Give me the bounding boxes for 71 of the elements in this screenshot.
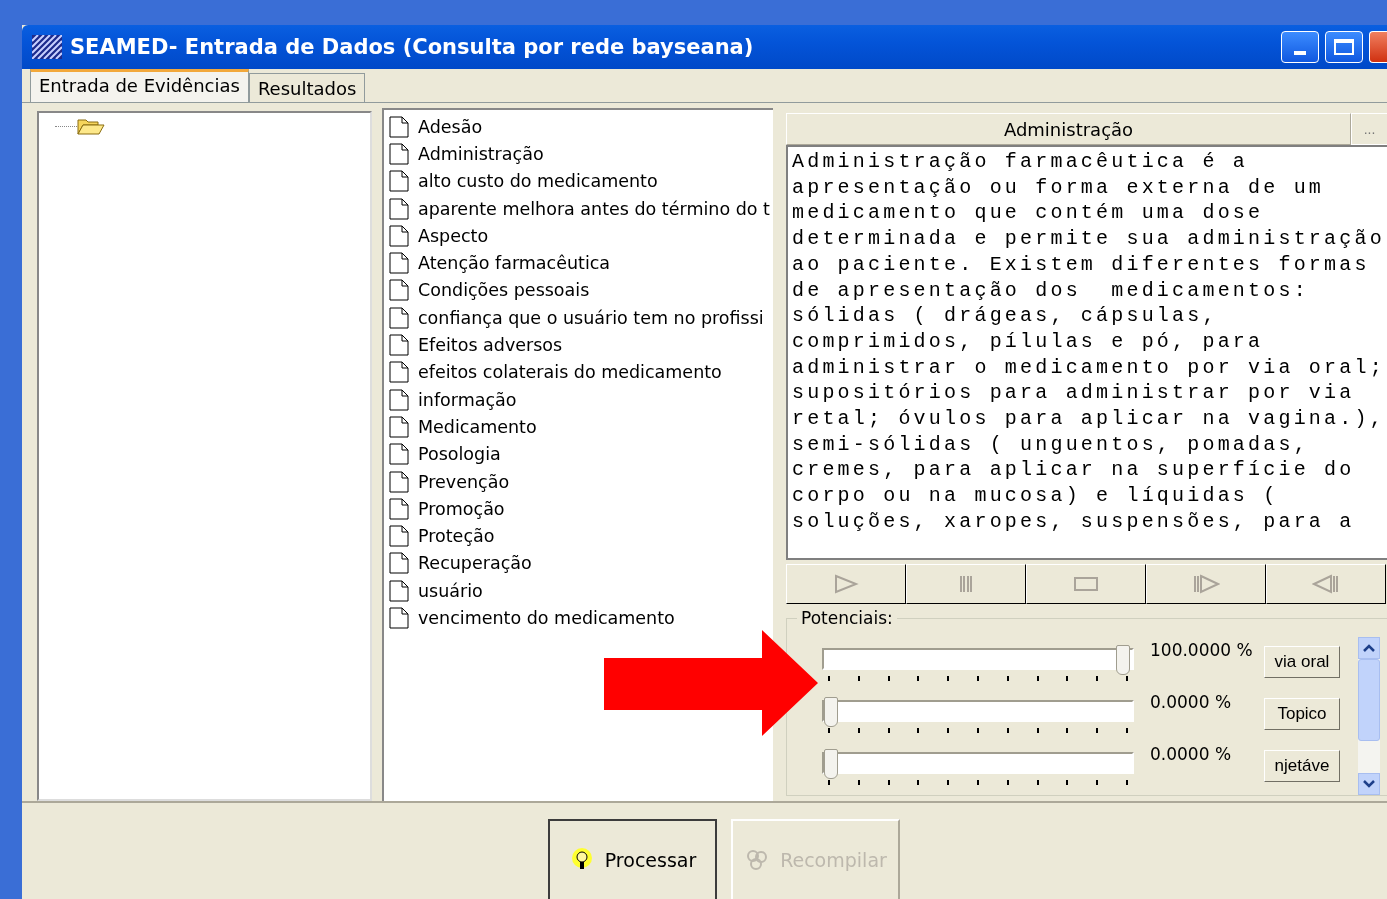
list-item[interactable]: efeitos colaterais do medicamento — [418, 362, 722, 383]
back-button[interactable] — [1266, 564, 1386, 604]
panel-header: Administração — [786, 113, 1351, 145]
list-item[interactable]: Promoção — [418, 498, 505, 519]
percent-reading: 0.0000 % — [1149, 692, 1233, 712]
document-icon — [389, 579, 409, 602]
document-icon — [389, 497, 409, 520]
document-icon — [389, 552, 409, 575]
list-item[interactable]: Prevenção — [418, 471, 510, 492]
stop-button[interactable] — [1026, 564, 1146, 604]
list-item[interactable]: Recuperação — [418, 553, 532, 574]
document-icon — [389, 415, 409, 438]
list-item[interactable]: Administração — [418, 143, 544, 164]
slider-thumb[interactable] — [1116, 645, 1130, 675]
state-button[interactable]: njetáve — [1264, 750, 1340, 782]
list-item[interactable]: Atenção farmacêutica — [418, 253, 611, 274]
state-button[interactable]: Topico — [1264, 698, 1340, 730]
state-button[interactable]: via oral — [1264, 646, 1340, 678]
app-icon — [32, 35, 62, 59]
scrollbar[interactable] — [1358, 637, 1380, 795]
list-item[interactable]: informação — [418, 389, 517, 410]
document-icon — [389, 170, 409, 193]
document-icon — [389, 334, 409, 356]
document-icon — [389, 361, 409, 384]
minimize-button[interactable] — [1281, 31, 1319, 63]
document-icon — [389, 388, 409, 411]
document-icon — [389, 470, 409, 493]
pause-button[interactable] — [906, 564, 1026, 604]
document-icon — [389, 142, 409, 165]
document-icon — [389, 279, 409, 302]
close-button[interactable] — [1369, 31, 1387, 63]
window-title: SEAMED- Entrada de Dados (Consulta por rede bayseana) — [70, 35, 755, 59]
play-button[interactable] — [786, 564, 906, 604]
list-item[interactable]: Proteção — [418, 526, 495, 547]
step-icon — [1192, 574, 1220, 594]
tab[interactable]: Resultados — [248, 73, 366, 102]
document-icon — [389, 443, 409, 466]
description-text[interactable]: Administração farmacêutica é a apresentação ou forma externa de um medicamento que contém uma dose determinada e permite sua administração ao paciente. Existem diferentes formas de apresentação dos medicamentos: sólidas ( drágeas, cápsulas, comprimidos, pílulas e pó, para administrar o medicamento por via oral; supositórios para administrar por via retal; óvulos para aplicar na vagina.), semi-sólidas ( unguentos, pomadas, cremes, para aplicar na superfície do corpo ou na mucosa) e líquidas ( soluções, xaropes, suspensões, para a — [786, 145, 1387, 560]
document-icon — [389, 115, 409, 138]
slider-thumb[interactable] — [824, 749, 838, 779]
list-item[interactable]: confiança que o usuário tem no profissi — [418, 307, 764, 328]
more-button[interactable]: ... — [1351, 113, 1387, 145]
list-item[interactable]: vencimento do medicamento — [418, 608, 675, 628]
percent-reading: 0.0000 % — [1149, 744, 1233, 764]
list-item[interactable]: aparente melhora antes do término do t — [418, 198, 770, 219]
folder-icon[interactable] — [77, 117, 105, 135]
document-icon — [389, 252, 409, 275]
percent-reading: 100.0000 % — [1149, 640, 1254, 660]
list-item[interactable]: Aspecto — [418, 225, 489, 246]
list-item[interactable]: Condições pessoais — [418, 280, 590, 301]
process-button[interactable]: Processar — [548, 819, 717, 899]
document-icon — [389, 197, 409, 220]
document-icon — [389, 306, 409, 329]
stop-icon — [1072, 574, 1100, 594]
list-item[interactable]: usuário — [418, 580, 483, 601]
list-item[interactable]: Posologia — [418, 444, 501, 465]
tab[interactable]: Entrada de Evidências — [30, 69, 249, 102]
scroll-down-icon[interactable] — [1362, 779, 1376, 789]
scroll-up-icon[interactable] — [1362, 643, 1376, 653]
list-item[interactable]: Medicamento — [418, 416, 537, 437]
list-item[interactable]: alto custo do medicamento — [418, 171, 658, 192]
list-item[interactable]: Efeitos adversos — [418, 335, 563, 355]
document-icon — [389, 224, 409, 247]
document-icon — [389, 525, 409, 548]
step-button[interactable] — [1146, 564, 1266, 604]
maximize-button[interactable] — [1325, 31, 1363, 63]
document-icon — [389, 607, 409, 629]
slider-thumb[interactable] — [824, 697, 838, 727]
back-icon — [1312, 574, 1340, 594]
list-item[interactable]: Adesão — [418, 116, 483, 137]
play-icon — [832, 574, 860, 594]
